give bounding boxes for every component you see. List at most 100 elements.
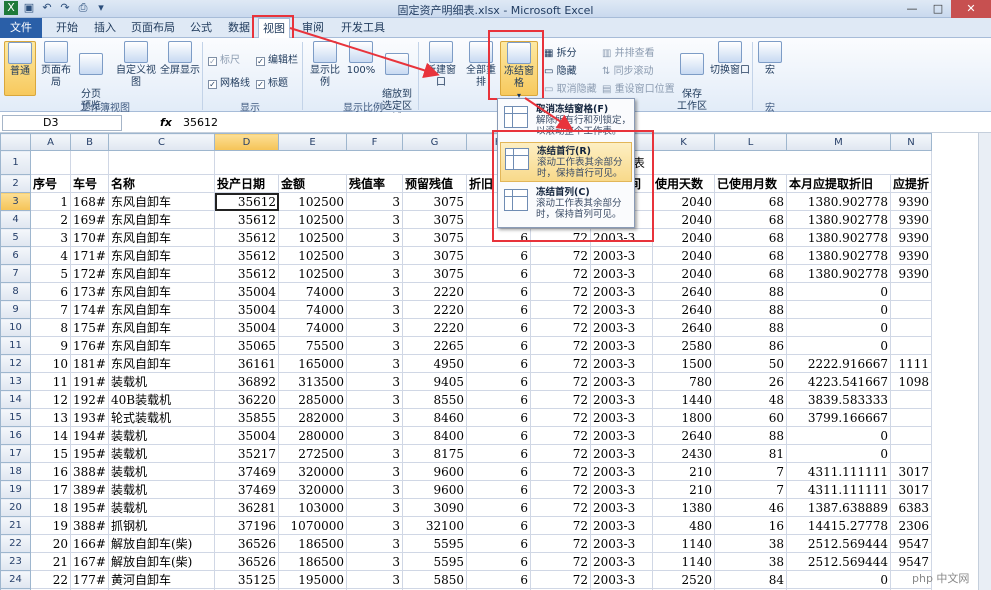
cell[interactable]: 0 bbox=[786, 336, 891, 355]
cell[interactable]: 0 bbox=[786, 570, 891, 589]
cell[interactable]: 22 bbox=[30, 570, 71, 589]
cell[interactable] bbox=[889, 408, 933, 427]
row-header[interactable]: 15 bbox=[0, 408, 31, 427]
cell[interactable]: 7 bbox=[30, 300, 71, 319]
cell[interactable]: 3 bbox=[346, 516, 403, 535]
arrange-all-button[interactable]: 全部重排 bbox=[462, 41, 500, 96]
cell[interactable]: 2003-3 bbox=[590, 354, 653, 373]
cell[interactable]: 2220 bbox=[402, 282, 467, 301]
cell[interactable]: 9390 bbox=[889, 228, 933, 247]
switch-windows-button[interactable]: 切换窗口 bbox=[710, 41, 750, 96]
cell[interactable]: 4 bbox=[30, 246, 71, 265]
cell[interactable]: 176# bbox=[70, 336, 109, 355]
cell[interactable]: 35612 bbox=[214, 210, 279, 229]
cell[interactable]: 36526 bbox=[214, 552, 279, 571]
formula-bar-checkbox[interactable]: ✓ 编辑栏 bbox=[256, 51, 298, 66]
cell[interactable]: 167# bbox=[70, 552, 109, 571]
cell[interactable]: 3 bbox=[346, 192, 403, 211]
cell[interactable]: 1 bbox=[30, 192, 71, 211]
column-header[interactable]: C bbox=[108, 133, 215, 151]
cell[interactable]: 8550 bbox=[402, 390, 467, 409]
cell[interactable]: 16 bbox=[714, 516, 787, 535]
cell[interactable]: 0 bbox=[786, 426, 891, 445]
cell[interactable]: 68 bbox=[714, 264, 787, 283]
cell[interactable]: 36281 bbox=[214, 498, 279, 517]
cell[interactable]: 2003-3 bbox=[590, 444, 653, 463]
cell[interactable]: 3 bbox=[346, 210, 403, 229]
page-layout-view-button[interactable]: 页面布局 bbox=[37, 41, 75, 96]
row-header[interactable]: 18 bbox=[0, 462, 31, 481]
cell[interactable]: 35004 bbox=[214, 300, 279, 319]
cell[interactable]: 2512.569444 bbox=[786, 534, 891, 553]
cell[interactable]: 313500 bbox=[278, 372, 347, 391]
cell[interactable]: 32100 bbox=[402, 516, 467, 535]
cell[interactable]: 14415.27778 bbox=[786, 516, 891, 535]
column-header[interactable]: M bbox=[786, 133, 891, 151]
cell[interactable]: 38 bbox=[714, 534, 787, 553]
cell[interactable]: 6 bbox=[30, 282, 71, 301]
reset-position-button[interactable]: ▤ 重设窗口位置 bbox=[602, 80, 675, 95]
cell[interactable]: 60 bbox=[714, 408, 787, 427]
header-cell[interactable]: 预留残值 bbox=[402, 174, 467, 193]
cell[interactable]: 9390 bbox=[889, 210, 933, 229]
cell[interactable]: 9600 bbox=[402, 480, 467, 499]
cell[interactable]: 装载机 bbox=[108, 426, 215, 445]
cell[interactable]: 3075 bbox=[402, 246, 467, 265]
cell[interactable]: 174# bbox=[70, 300, 109, 319]
cell[interactable]: 3017 bbox=[889, 480, 933, 499]
cell[interactable]: 36892 bbox=[214, 372, 279, 391]
cell[interactable]: 388# bbox=[70, 516, 109, 535]
tab-developer[interactable]: 开发工具 bbox=[336, 18, 390, 38]
cell[interactable]: 9390 bbox=[889, 192, 933, 211]
cell[interactable]: 102500 bbox=[278, 228, 347, 247]
macros-button[interactable]: 宏 bbox=[757, 41, 783, 96]
cell[interactable]: 3 bbox=[346, 354, 403, 373]
ruler-checkbox[interactable]: ✓ 标尺 bbox=[208, 51, 240, 66]
cell[interactable]: 72 bbox=[530, 336, 591, 355]
cell[interactable]: 9390 bbox=[889, 264, 933, 283]
cell[interactable]: 21 bbox=[30, 552, 71, 571]
cell[interactable]: 3 bbox=[346, 408, 403, 427]
cell[interactable]: 13 bbox=[30, 408, 71, 427]
cell[interactable]: 72 bbox=[530, 462, 591, 481]
cell[interactable]: 9 bbox=[30, 336, 71, 355]
column-header[interactable]: F bbox=[346, 133, 403, 151]
cell[interactable] bbox=[889, 426, 933, 445]
split-button[interactable]: ▦ 拆分 bbox=[544, 44, 577, 59]
cell[interactable]: 40B装载机 bbox=[108, 390, 215, 409]
cell[interactable]: 6 bbox=[466, 426, 531, 445]
cell[interactable]: 72 bbox=[530, 300, 591, 319]
cell[interactable]: 2040 bbox=[652, 246, 715, 265]
cell[interactable]: 2580 bbox=[652, 336, 715, 355]
cell[interactable]: 780 bbox=[652, 372, 715, 391]
cell[interactable]: 194# bbox=[70, 426, 109, 445]
cell[interactable]: 5595 bbox=[402, 534, 467, 553]
cell[interactable] bbox=[108, 150, 215, 175]
cell[interactable]: 35855 bbox=[214, 408, 279, 427]
row-header[interactable]: 7 bbox=[0, 264, 31, 283]
row-header[interactable]: 20 bbox=[0, 498, 31, 517]
tab-formulas[interactable]: 公式 bbox=[184, 18, 218, 38]
cell[interactable]: 1111 bbox=[889, 354, 933, 373]
cell[interactable]: 102500 bbox=[278, 264, 347, 283]
cell[interactable]: 72 bbox=[530, 408, 591, 427]
zoom-100-button[interactable]: 100% bbox=[346, 41, 376, 96]
cell[interactable]: 19 bbox=[30, 516, 71, 535]
cell[interactable]: 36526 bbox=[214, 534, 279, 553]
cell[interactable]: 72 bbox=[530, 570, 591, 589]
cell[interactable]: 2003-3 bbox=[590, 282, 653, 301]
cell[interactable]: 20 bbox=[30, 534, 71, 553]
cell[interactable]: 72 bbox=[530, 516, 591, 535]
cell[interactable]: 389# bbox=[70, 480, 109, 499]
cell[interactable]: 72 bbox=[530, 318, 591, 337]
fx-icon[interactable]: fx bbox=[160, 116, 172, 129]
cell[interactable]: 285000 bbox=[278, 390, 347, 409]
cell[interactable]: 72 bbox=[530, 444, 591, 463]
cell[interactable]: 3839.583333 bbox=[786, 390, 891, 409]
close-icon[interactable]: ✕ bbox=[951, 0, 991, 18]
menu-item-unfreeze[interactable]: 取消冻结窗格(F) 解除所有行和列锁定，以滚动整个工作表。 bbox=[500, 101, 632, 141]
cell[interactable]: 装载机 bbox=[108, 462, 215, 481]
cell[interactable]: 1140 bbox=[652, 552, 715, 571]
cell[interactable]: 84 bbox=[714, 570, 787, 589]
unhide-button[interactable]: ▭ 取消隐藏 bbox=[544, 80, 597, 95]
